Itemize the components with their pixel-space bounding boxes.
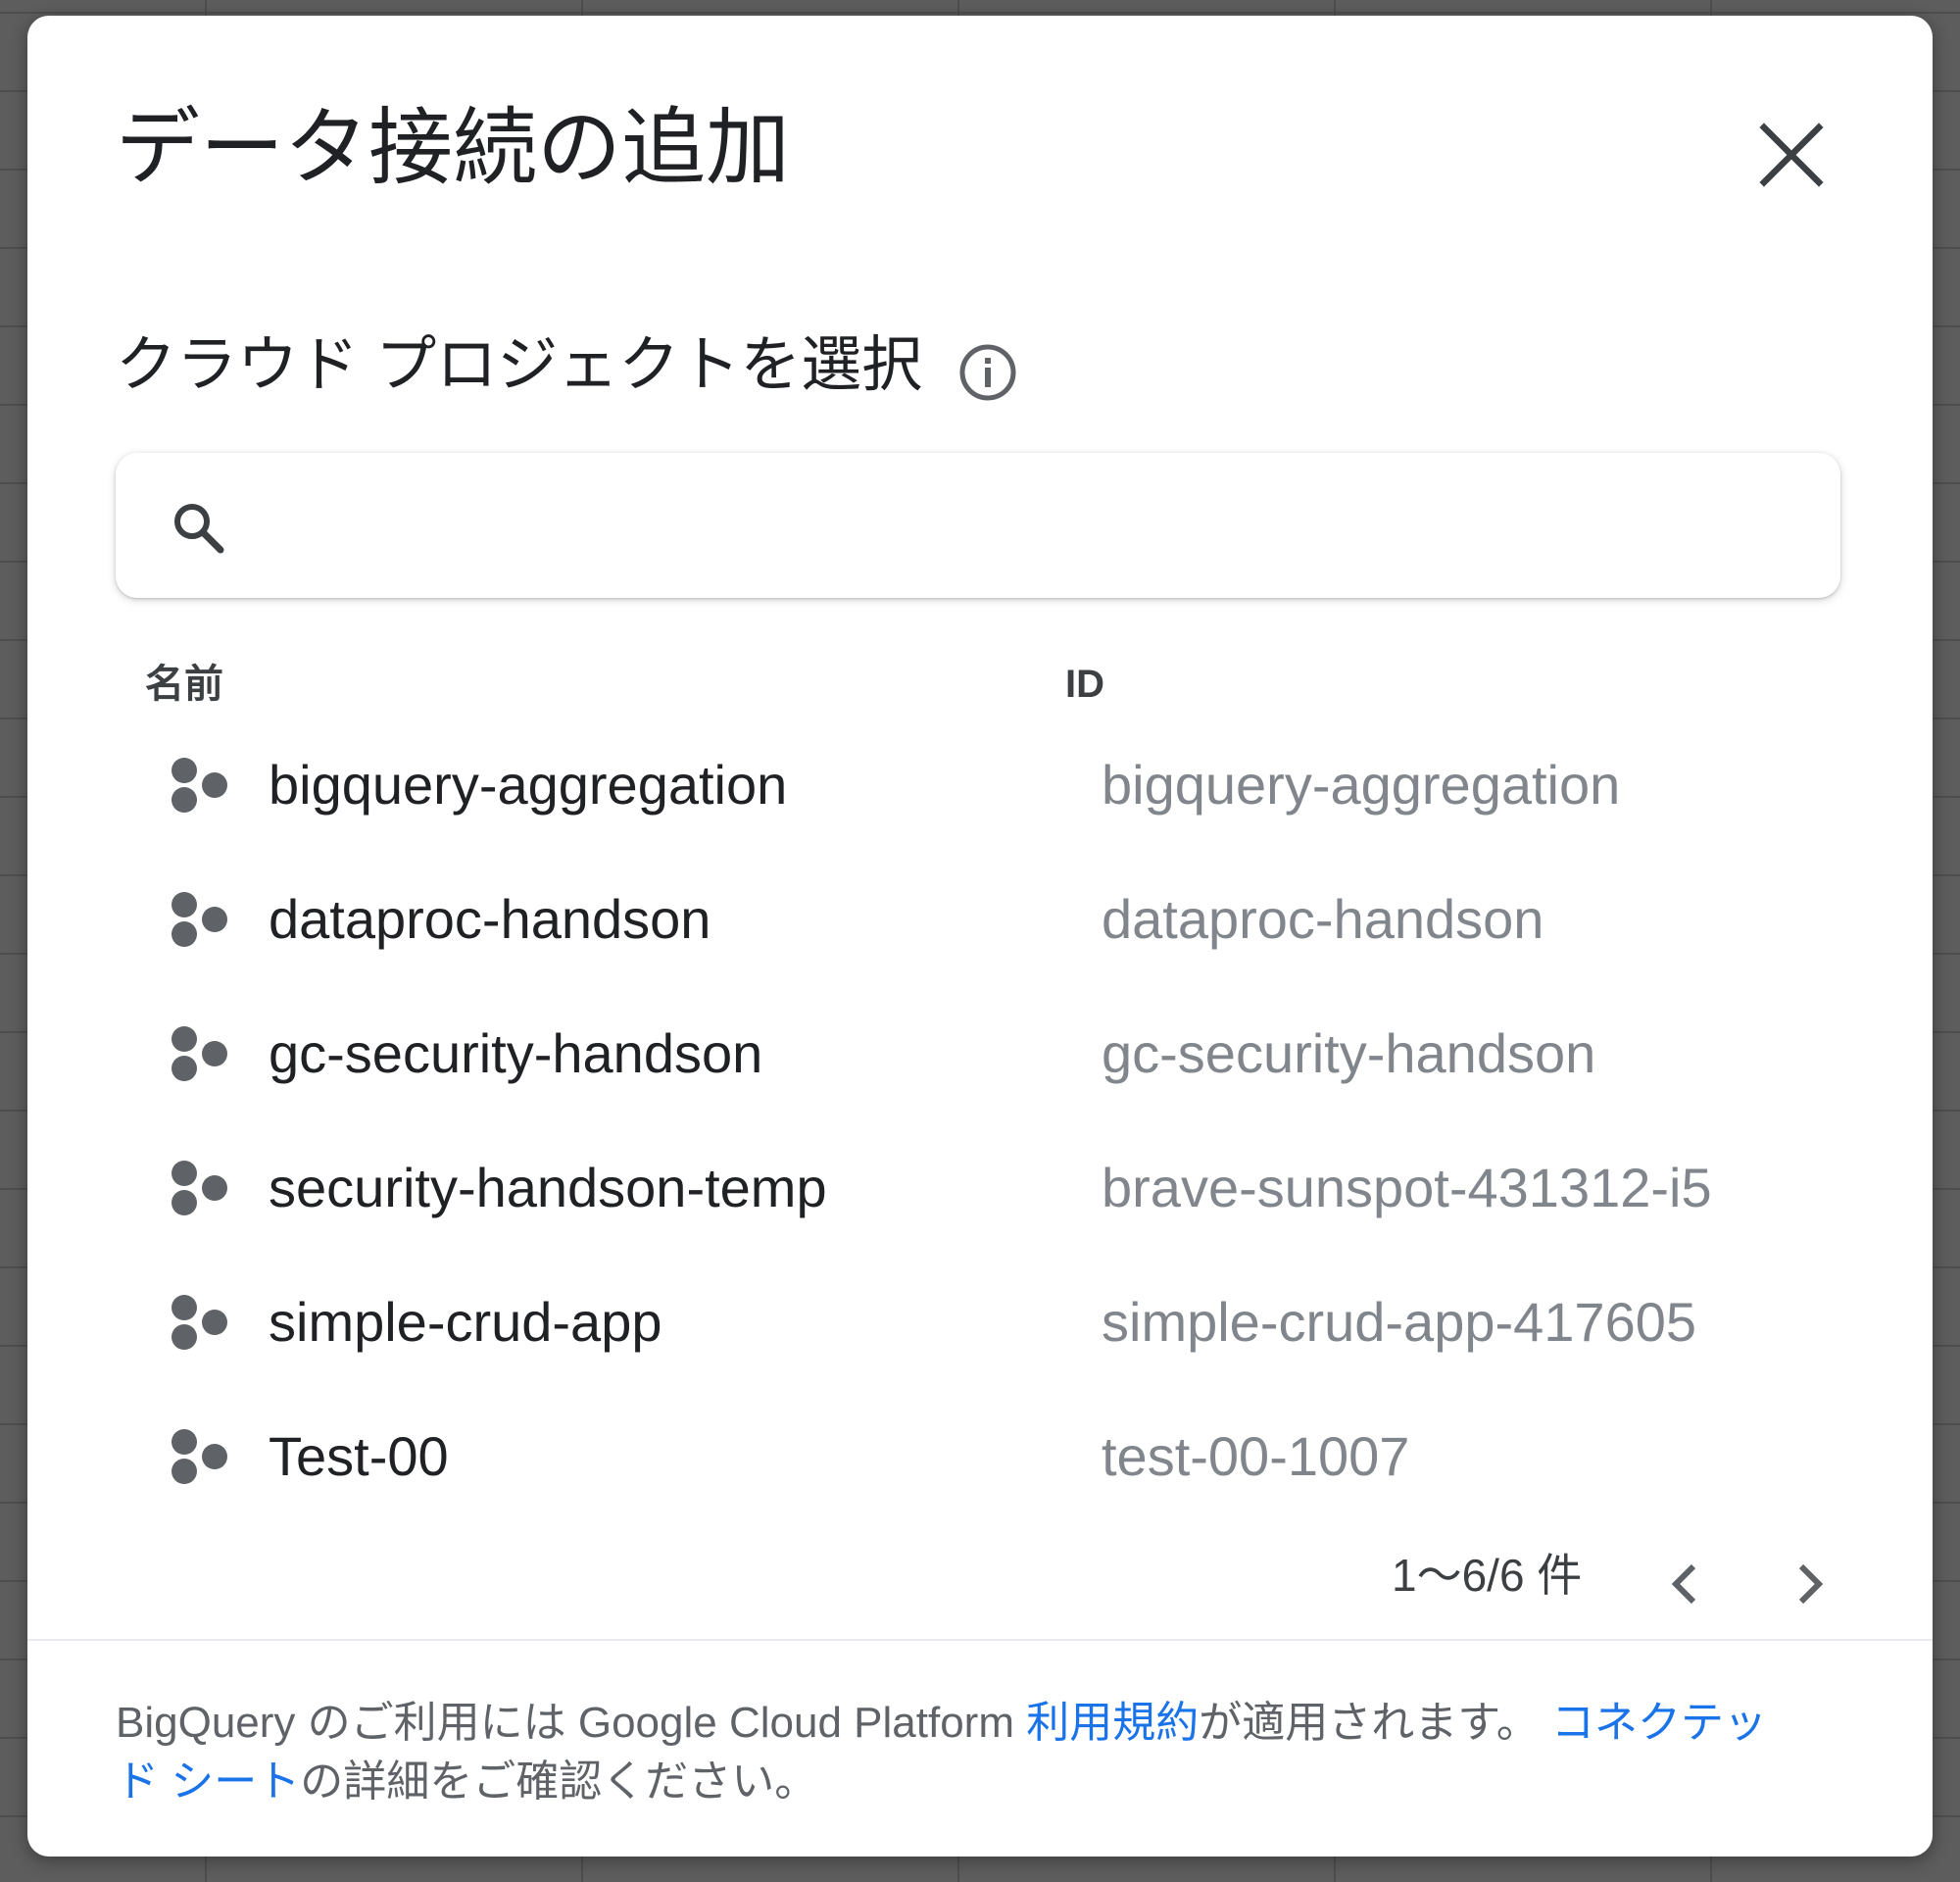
close-button[interactable] <box>1754 118 1829 192</box>
project-name: gc-security-handson <box>269 1022 763 1084</box>
project-row[interactable]: Test-00 test-00-1007 <box>116 1387 1840 1521</box>
project-icon <box>172 1161 227 1215</box>
project-id: simple-crud-app-417605 <box>1102 1291 1697 1353</box>
previous-page-button[interactable] <box>1656 1555 1715 1613</box>
project-icon <box>172 1026 227 1081</box>
footer-text: の詳細をご確認ください。 <box>300 1758 818 1806</box>
project-name: Test-00 <box>269 1425 449 1487</box>
info-icon[interactable] <box>957 342 1018 403</box>
project-name: simple-crud-app <box>269 1291 662 1353</box>
project-id: test-00-1007 <box>1102 1425 1410 1487</box>
search-input[interactable] <box>263 482 1795 570</box>
terms-link[interactable]: 利用規約 <box>1026 1699 1199 1747</box>
project-row[interactable]: dataproc-handson dataproc-handson <box>116 850 1840 984</box>
project-name: bigquery-aggregation <box>269 754 788 816</box>
project-id: gc-security-handson <box>1102 1022 1596 1084</box>
footer-text: が適用されます。 <box>1199 1699 1552 1747</box>
project-name: dataproc-handson <box>269 888 711 950</box>
project-id: bigquery-aggregation <box>1102 754 1621 816</box>
search-icon <box>174 504 224 554</box>
project-icon <box>172 1295 227 1350</box>
footer-divider <box>27 1639 1933 1641</box>
footer-notice: BigQuery のご利用には Google Cloud Platform 利用… <box>116 1694 1801 1811</box>
project-id: brave-sunspot-431312-i5 <box>1102 1157 1712 1218</box>
project-row[interactable]: security-handson-temp brave-sunspot-4313… <box>116 1118 1840 1253</box>
close-icon <box>1759 123 1824 187</box>
project-icon <box>172 892 227 947</box>
project-id: dataproc-handson <box>1102 888 1544 950</box>
next-page-button[interactable] <box>1780 1555 1838 1613</box>
project-row[interactable]: bigquery-aggregation bigquery-aggregatio… <box>116 716 1840 850</box>
project-row[interactable]: gc-security-handson gc-security-handson <box>116 984 1840 1118</box>
project-icon <box>172 758 227 813</box>
project-list: bigquery-aggregation bigquery-aggregatio… <box>116 716 1840 1521</box>
add-data-connection-dialog: データ接続の追加 クラウド プロジェクトを選択 名前 ID bigquery-a… <box>27 16 1933 1857</box>
dialog-title: データ接続の追加 <box>116 101 790 195</box>
column-header-id: ID <box>1065 663 1104 706</box>
pagination-range: 1～6/6 件 <box>1392 1550 1583 1601</box>
footer-text: BigQuery のご利用には Google Cloud Platform <box>116 1699 1027 1747</box>
select-project-label: クラウド プロジェクトを選択 <box>116 331 923 399</box>
search-box[interactable] <box>116 453 1840 598</box>
project-name: security-handson-temp <box>269 1157 827 1218</box>
chevron-left-icon <box>1671 1563 1696 1605</box>
project-icon <box>172 1429 227 1484</box>
project-row[interactable]: simple-crud-app simple-crud-app-417605 <box>116 1253 1840 1387</box>
chevron-right-icon <box>1798 1563 1824 1605</box>
column-header-name: 名前 <box>145 663 223 706</box>
